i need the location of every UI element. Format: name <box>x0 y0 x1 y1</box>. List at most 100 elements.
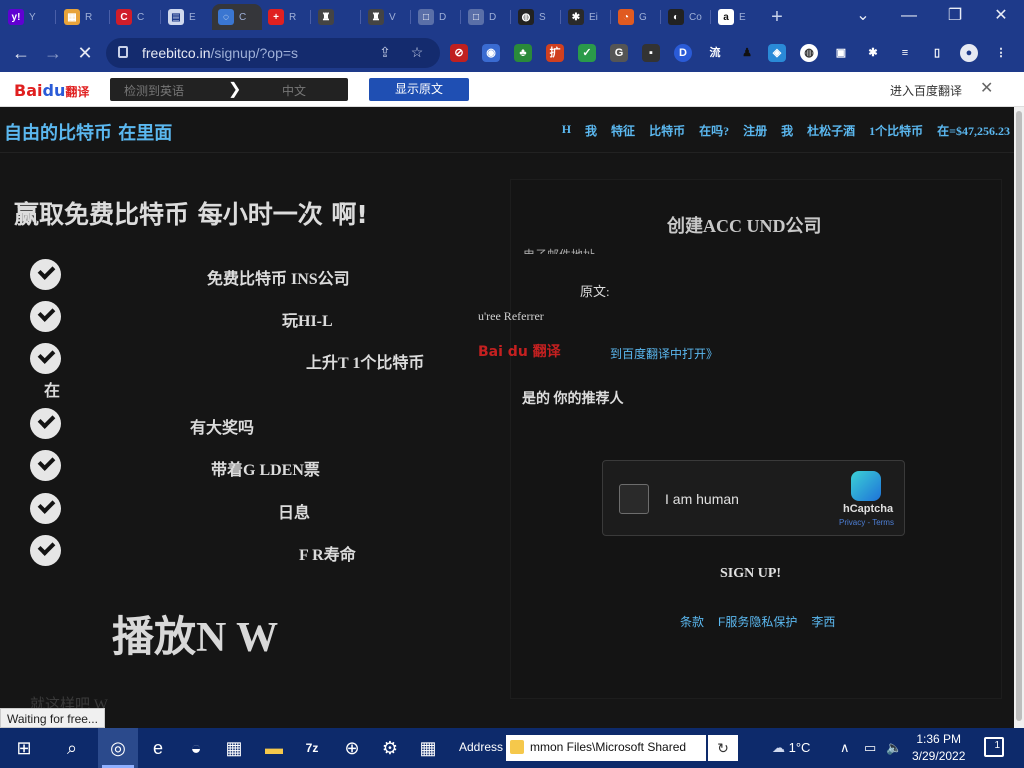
feature-text: 日息 <box>278 505 311 522</box>
search-icon[interactable]: ⌕ <box>60 736 84 760</box>
stop-button[interactable]: ✕ <box>72 41 98 65</box>
tab[interactable]: y! Y <box>2 4 52 30</box>
nav-link[interactable]: 特征 <box>611 122 635 139</box>
target-language[interactable]: 中文 <box>282 82 306 99</box>
minimize-button[interactable]: — <box>886 4 932 28</box>
tab[interactable]: + R <box>262 4 312 30</box>
hcaptcha-links[interactable]: Privacy - Terms <box>839 518 894 527</box>
nav-link[interactable]: 在吗? <box>699 122 729 139</box>
tab[interactable]: ♜ <box>312 4 362 30</box>
g-extension-icon[interactable]: G <box>610 44 628 62</box>
policy-link[interactable]: 李西 <box>811 613 835 630</box>
address-bar[interactable]: freebitco.in/signup/?op=s ⇪ ☆ <box>106 38 440 68</box>
tab[interactable]: C C <box>110 4 160 30</box>
side-panel-icon[interactable]: ▯ <box>928 44 946 62</box>
chinese-extension-icon[interactable]: 扩 <box>546 44 564 62</box>
tab[interactable]: a E <box>712 4 762 30</box>
7zip-icon[interactable]: 7z <box>300 736 324 760</box>
folder-icon[interactable]: ▬ <box>262 736 286 760</box>
new-tab-button[interactable]: + <box>766 6 788 28</box>
nav-link[interactable]: 我 <box>781 122 793 139</box>
tab-active[interactable]: ◌ C <box>212 4 262 30</box>
restore-button[interactable]: ❐ <box>932 4 978 28</box>
clock[interactable]: 1:36 PM 3/29/2022 <box>912 731 965 765</box>
tab-search-button[interactable]: ⌄ <box>840 4 886 28</box>
address-toolbar-input[interactable]: mmon Files\Microsoft Shared <box>506 735 706 761</box>
clock-extension-icon[interactable]: ◍ <box>800 44 818 62</box>
vertical-scrollbar[interactable] <box>1014 107 1024 728</box>
nav-link[interactable]: 注册 <box>743 122 767 139</box>
feature-text-continued: 在 <box>44 383 61 400</box>
show-hidden-icons[interactable]: ∧ <box>840 740 850 756</box>
tab[interactable]: □ D <box>462 4 512 30</box>
tab[interactable]: ◔ G <box>612 4 662 30</box>
language-selector[interactable]: 检测到英语 ❯ 中文 <box>110 78 348 101</box>
open-in-baidu-link[interactable]: 到百度翻译中打开》 <box>610 345 718 362</box>
check-extension-icon[interactable]: ✓ <box>578 44 596 62</box>
hcaptcha-logo-icon <box>851 471 881 501</box>
gamepad-icon[interactable]: ⊕ <box>340 736 364 760</box>
loading-icon: ◌ <box>218 9 234 25</box>
media-list-icon[interactable]: ≡ <box>896 44 914 62</box>
notification-icon[interactable]: 1 <box>984 737 1004 757</box>
tab[interactable]: ◍ S <box>512 4 562 30</box>
url-text[interactable]: freebitco.in/signup/?op=s <box>142 45 298 61</box>
tab-title: R <box>289 11 297 23</box>
open-baidu-translate-link[interactable]: 进入百度翻译 <box>890 82 962 99</box>
nav-link[interactable]: 1个比特币 <box>869 122 923 139</box>
tab[interactable]: □ D <box>412 4 462 30</box>
profile-avatar[interactable]: ● <box>960 44 978 62</box>
nav-link[interactable]: H <box>562 122 571 139</box>
clover-extension-icon[interactable]: ♣ <box>514 44 532 62</box>
baidu-translate-logo: Bai du 翻译 <box>478 344 561 360</box>
scrollbar-thumb[interactable] <box>1016 111 1022 721</box>
tab[interactable]: ♜ V <box>362 4 412 30</box>
terms-link[interactable]: 条款 <box>680 613 704 630</box>
network-icon[interactable]: ▭ <box>864 740 876 756</box>
show-original-button[interactable]: 显示原文 <box>369 78 469 101</box>
bug-extension-icon[interactable]: ♟ <box>738 44 756 62</box>
weather-widget[interactable]: ☁ 1°C <box>772 740 810 756</box>
square-extension-icon[interactable]: ▪ <box>642 44 660 62</box>
block-extension-icon[interactable]: ⊘ <box>450 44 468 62</box>
close-icon[interactable]: ✕ <box>980 78 993 98</box>
forward-button[interactable]: → <box>40 41 66 65</box>
edge-icon[interactable]: e <box>146 736 170 760</box>
control-panel-icon[interactable]: ▦ <box>222 736 246 760</box>
tab[interactable]: ✱ Ei <box>562 4 612 30</box>
bot-icon[interactable]: ◒ <box>184 736 208 760</box>
tab-title: R <box>85 11 93 23</box>
tab[interactable]: ▤ E <box>162 4 212 30</box>
diamond-extension-icon[interactable]: ◈ <box>768 44 786 62</box>
back-button[interactable]: ← <box>8 41 34 65</box>
captcha-checkbox[interactable] <box>619 484 649 514</box>
site-brand[interactable]: 自由的比特币 在里面 <box>4 119 172 145</box>
save-extension-icon[interactable]: ▣ <box>832 44 850 62</box>
tab[interactable]: ▦ R <box>58 4 108 30</box>
volume-icon[interactable]: 🔈 <box>886 740 902 756</box>
nav-link[interactable]: 比特币 <box>649 122 685 139</box>
tab[interactable]: ◐ Co <box>662 4 712 30</box>
btc-price: 在=$47,256.23 <box>937 124 1010 138</box>
feature-text: 玩HI-L <box>282 313 333 330</box>
signup-button[interactable]: SIGN UP! <box>720 566 781 582</box>
settings-icon[interactable]: ⚙ <box>378 736 402 760</box>
calendar-icon[interactable]: ▦ <box>416 736 440 760</box>
page-viewport: 自由的比特币 在里面 H 我 特征 比特币 在吗? 注册 我 杜松子酒 1个比特… <box>0 107 1014 728</box>
menu-icon[interactable]: ⋮ <box>992 44 1010 62</box>
d-extension-icon[interactable]: D <box>674 44 692 62</box>
puzzle-icon[interactable]: ✱ <box>864 44 882 62</box>
nav-link[interactable]: 杜松子酒 <box>807 122 855 139</box>
play-now-button[interactable]: 播放N W <box>112 603 278 664</box>
nav-link[interactable]: 我 <box>585 122 597 139</box>
source-language[interactable]: 检测到英语 <box>124 82 184 99</box>
windows-start-icon[interactable]: ⊞ <box>12 736 36 760</box>
privacy-link[interactable]: F服务隐私保护 <box>718 613 797 630</box>
share-icon[interactable]: ⇪ <box>376 44 394 62</box>
close-button[interactable]: ✕ <box>978 4 1024 28</box>
circle-extension-icon[interactable]: ◉ <box>482 44 500 62</box>
bookmark-star-icon[interactable]: ☆ <box>408 44 426 62</box>
refresh-icon[interactable]: ↻ <box>708 735 738 761</box>
feature-item: F R寿命 <box>30 535 490 567</box>
liu-extension-icon[interactable]: 流 <box>706 44 724 62</box>
